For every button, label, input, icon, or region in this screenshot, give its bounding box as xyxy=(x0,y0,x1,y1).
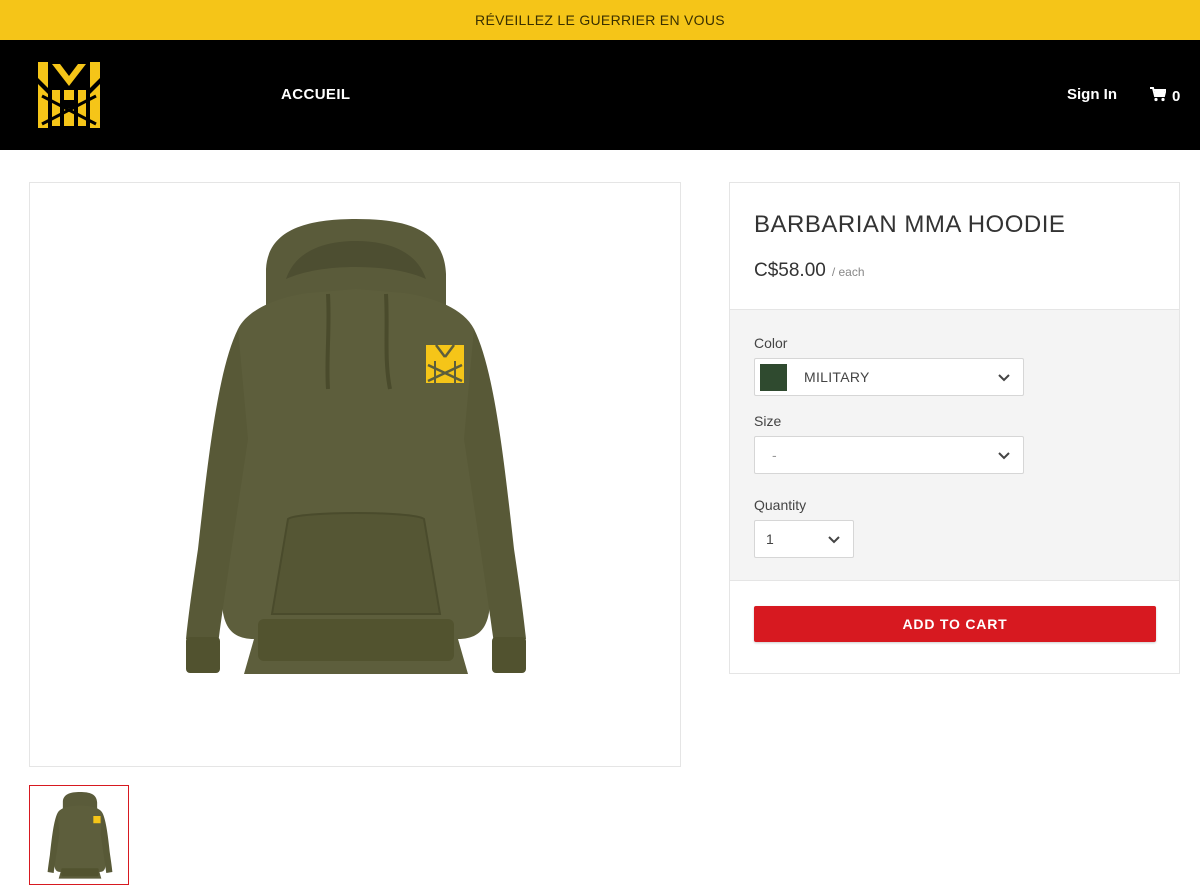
product-price: C$58.00 xyxy=(754,260,826,281)
color-select[interactable]: MILITARY xyxy=(754,358,1024,396)
announcement-text: RÉVEILLEZ LE GUERRIER EN VOUS xyxy=(475,12,725,28)
chevron-down-icon xyxy=(828,536,840,544)
cart-count: 0 xyxy=(1172,87,1181,105)
thumbnail-hoodie-image xyxy=(47,792,113,879)
sign-in-link[interactable]: Sign In xyxy=(1067,86,1117,103)
brand-logo-icon[interactable] xyxy=(36,60,102,130)
product-thumbnail[interactable] xyxy=(29,785,129,885)
quantity-label: Quantity xyxy=(754,497,807,513)
product-options: Color MILITARY Size - Quantity 1 xyxy=(730,309,1179,581)
add-to-cart-button[interactable]: ADD TO CART xyxy=(754,606,1156,642)
color-label: Color xyxy=(754,335,788,351)
product-title: BARBARIAN MMA HOODIE xyxy=(754,211,1066,238)
price-unit: / each xyxy=(831,265,865,279)
color-value: MILITARY xyxy=(804,369,870,385)
quantity-select[interactable]: 1 xyxy=(754,520,854,558)
site-header: ACCUEIL Sign In 0 xyxy=(0,40,1200,150)
size-value: - xyxy=(772,447,777,463)
product-image-panel xyxy=(29,182,681,767)
product-main-image[interactable] xyxy=(178,219,534,681)
chevron-down-icon xyxy=(998,452,1010,460)
nav-accueil-link[interactable]: ACCUEIL xyxy=(281,86,350,103)
cart-button[interactable]: 0 xyxy=(1150,86,1180,106)
cart-icon xyxy=(1150,86,1167,106)
chevron-down-icon xyxy=(998,374,1010,382)
price-row: C$58.00 / each xyxy=(754,260,865,282)
size-label: Size xyxy=(754,413,782,429)
announcement-bar: RÉVEILLEZ LE GUERRIER EN VOUS xyxy=(0,0,1200,40)
size-select[interactable]: - xyxy=(754,436,1024,474)
product-detail-panel: BARBARIAN MMA HOODIE C$58.00 / each Colo… xyxy=(729,182,1180,674)
color-swatch xyxy=(760,364,787,391)
quantity-value: 1 xyxy=(766,531,775,547)
